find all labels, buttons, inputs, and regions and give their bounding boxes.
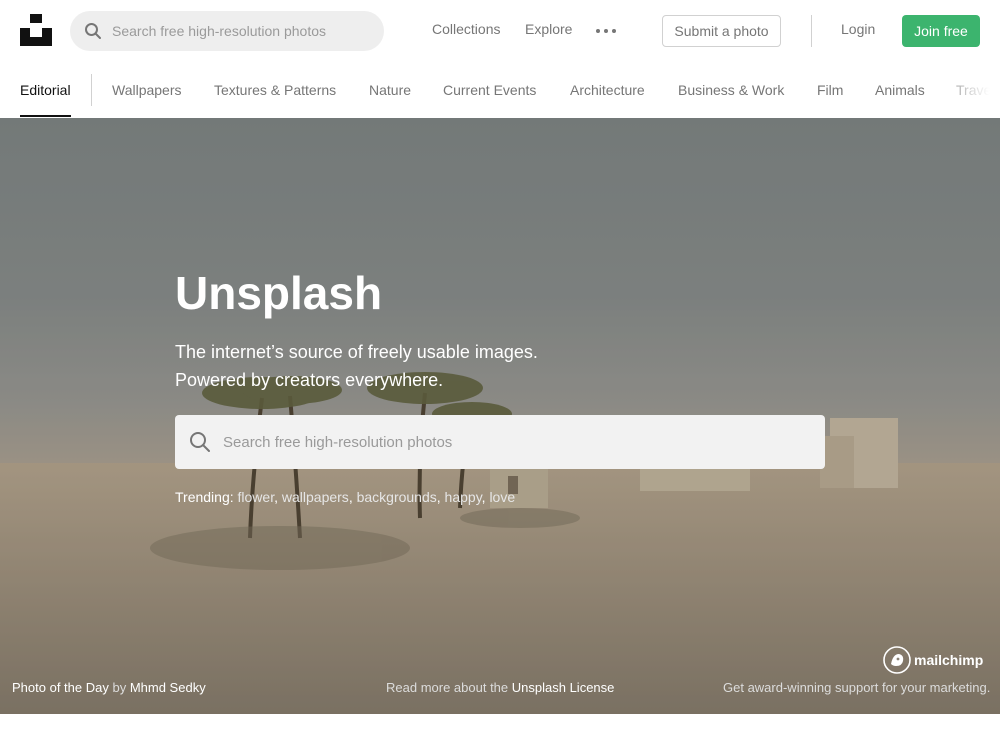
license-link[interactable]: Unsplash License bbox=[512, 680, 615, 695]
sponsor-name: mailchimp bbox=[914, 652, 984, 668]
tab-editorial[interactable]: Editorial bbox=[20, 82, 71, 98]
tab-nature[interactable]: Nature bbox=[369, 82, 411, 98]
tab-business-work[interactable]: Business & Work bbox=[678, 82, 784, 98]
more-icon[interactable] bbox=[595, 22, 617, 38]
photographer-link[interactable]: Mhmd Sedky bbox=[130, 680, 206, 695]
hero-section: Unsplash The internet’s source of freely… bbox=[0, 118, 1000, 714]
photo-credit: Photo of the Day by Mhmd Sedky bbox=[12, 680, 206, 695]
search-icon[interactable] bbox=[84, 22, 102, 40]
trending-link-wallpapers[interactable]: wallpapers bbox=[282, 489, 349, 505]
unsplash-logo-icon[interactable] bbox=[20, 14, 52, 46]
tab-textures-patterns[interactable]: Textures & Patterns bbox=[214, 82, 336, 98]
trending-label: Trending: bbox=[175, 489, 234, 505]
hero-subtitle-line-1: The internet’s source of freely usable i… bbox=[175, 342, 538, 362]
license-note: Read more about the Unsplash License bbox=[386, 680, 614, 695]
hero-subtitle: The internet’s source of freely usable i… bbox=[175, 338, 538, 394]
trending-link-backgrounds[interactable]: backgrounds bbox=[357, 489, 437, 505]
top-header: Collections Explore Submit a photo Login… bbox=[0, 0, 1000, 62]
tab-animals[interactable]: Animals bbox=[875, 82, 925, 98]
login-link[interactable]: Login bbox=[841, 21, 875, 37]
submit-photo-button[interactable]: Submit a photo bbox=[662, 15, 781, 47]
sponsor-tagline[interactable]: Get award-winning support for your marke… bbox=[723, 680, 990, 695]
hero-search-bar[interactable] bbox=[175, 415, 825, 469]
sponsor-tagline-text[interactable]: Get award-winning support for your marke… bbox=[723, 680, 990, 695]
hero-subtitle-line-2: Powered by creators everywhere. bbox=[175, 370, 444, 390]
tab-wallpapers[interactable]: Wallpapers bbox=[112, 82, 182, 98]
category-bar: Editorial Wallpapers Textures & Patterns… bbox=[0, 62, 1000, 118]
nav-explore[interactable]: Explore bbox=[525, 21, 572, 37]
header-search-input[interactable] bbox=[112, 11, 372, 51]
tab-architecture[interactable]: Architecture bbox=[570, 82, 645, 98]
header-search-bar[interactable] bbox=[70, 11, 384, 51]
header-divider bbox=[811, 15, 812, 47]
category-divider bbox=[91, 74, 92, 106]
tab-current-events[interactable]: Current Events bbox=[443, 82, 536, 98]
trending-link-flower[interactable]: flower bbox=[238, 489, 275, 505]
sponsor-logo[interactable]: mailchimp bbox=[883, 646, 983, 674]
credit-by: by bbox=[112, 680, 127, 695]
hero-title: Unsplash bbox=[175, 267, 383, 319]
tab-film[interactable]: Film bbox=[817, 82, 843, 98]
photo-of-the-day-link[interactable]: Photo of the Day bbox=[12, 680, 109, 695]
nav-collections[interactable]: Collections bbox=[432, 21, 500, 37]
join-free-button[interactable]: Join free bbox=[902, 15, 980, 47]
active-tab-underline bbox=[20, 115, 71, 117]
trending-searches: Trending: flower, wallpapers, background… bbox=[175, 489, 516, 505]
license-text: Read more about the bbox=[386, 680, 509, 695]
trending-link-love[interactable]: love bbox=[489, 489, 515, 505]
tab-travel[interactable]: Travel bbox=[956, 82, 994, 98]
search-icon[interactable] bbox=[189, 431, 211, 453]
hero-search-input[interactable] bbox=[223, 415, 813, 469]
trending-link-happy[interactable]: happy bbox=[445, 489, 482, 505]
mailchimp-icon bbox=[883, 646, 911, 674]
